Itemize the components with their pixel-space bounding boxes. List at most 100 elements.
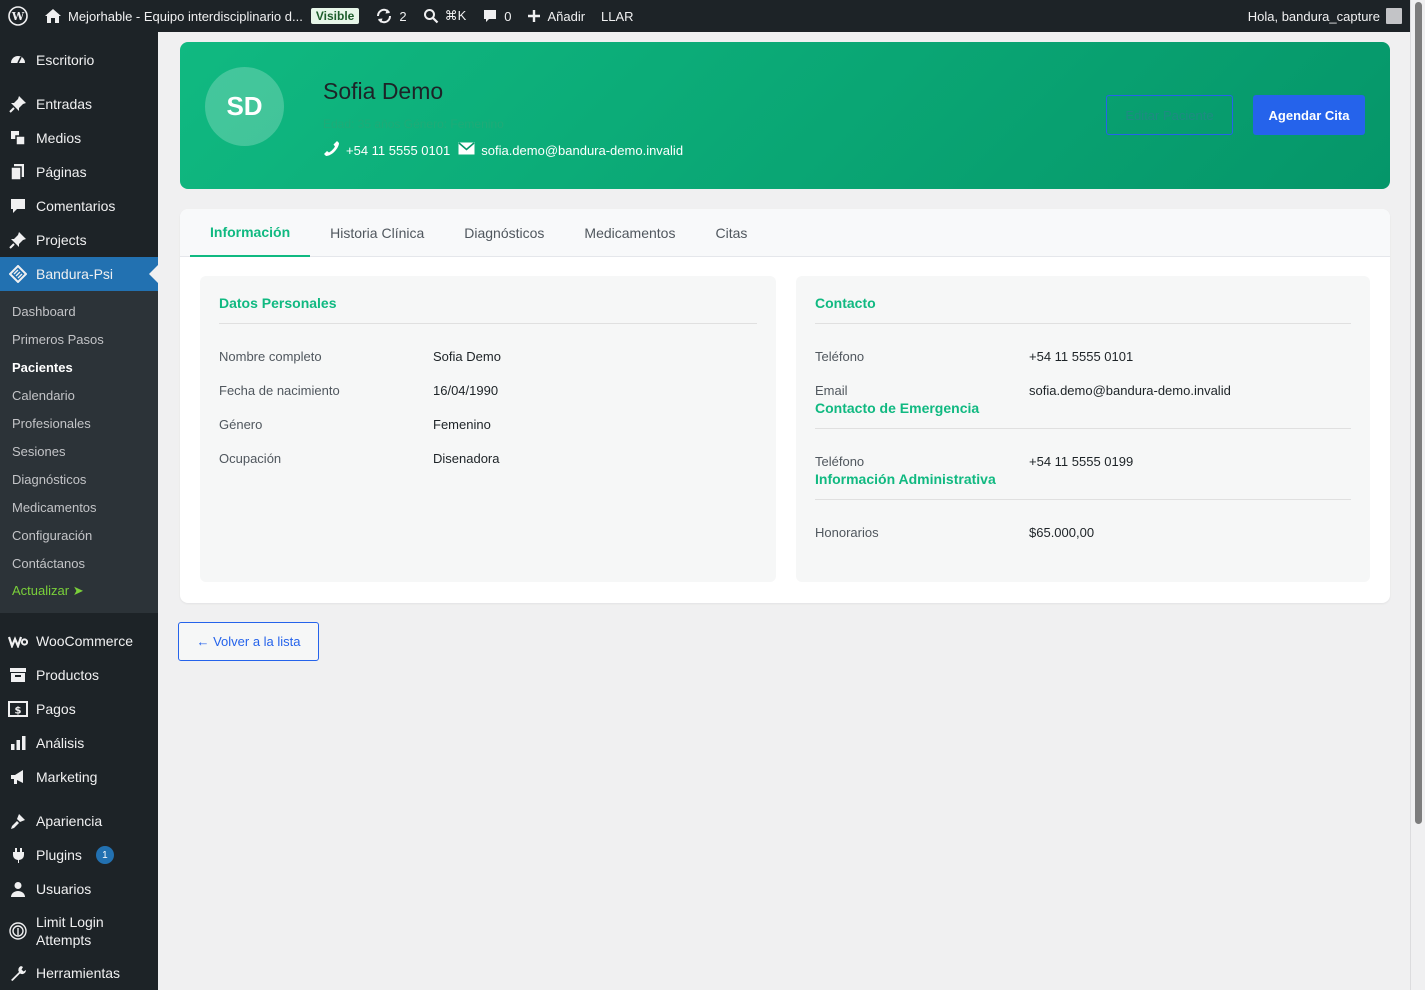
menu-item-herramientas[interactable]: Herramientas: [0, 956, 158, 990]
tab-diagnosticos[interactable]: Diagnósticos: [444, 209, 564, 257]
submenu-item-dashboard[interactable]: Dashboard: [0, 297, 158, 325]
menu-label: Plugins: [36, 847, 82, 863]
brush-icon: [8, 811, 28, 831]
back-to-list-button[interactable]: ← Volver a la lista: [178, 622, 319, 661]
email-icon: [458, 142, 475, 158]
menu-label: Herramientas: [36, 965, 121, 981]
field-value: Femenino: [433, 416, 491, 432]
menu-item-comentarios[interactable]: Comentarios: [0, 189, 158, 223]
edit-patient-button[interactable]: Editar Paciente: [1106, 95, 1233, 135]
pages-icon: [8, 162, 28, 182]
page-scrollbar[interactable]: [1410, 0, 1425, 990]
llar-link[interactable]: LLAR: [593, 0, 642, 32]
submenu-item-contactanos[interactable]: Contáctanos: [0, 549, 158, 577]
schedule-appointment-button[interactable]: Agendar Cita: [1253, 95, 1365, 135]
patient-name: Sofia Demo: [323, 78, 444, 104]
add-new-link[interactable]: Añadir: [519, 0, 593, 32]
admin-bar: W Mejorhable - Equipo interdisciplinario…: [0, 0, 1410, 32]
search-icon: [423, 9, 438, 24]
pin-icon: [8, 94, 28, 114]
add-new-label: Añadir: [547, 8, 586, 24]
menu-label: Bandura-Psi: [36, 266, 114, 282]
field-value: Sofia Demo: [433, 348, 501, 364]
menu-item-apariencia[interactable]: Apariencia: [0, 804, 158, 838]
patient-avatar: SD: [205, 67, 284, 146]
refresh-icon: [377, 8, 392, 24]
menu-label: Productos: [36, 667, 100, 683]
field-value: Disenadora: [433, 450, 500, 466]
menu-label: Usuarios: [36, 881, 92, 897]
comment-icon: [8, 196, 28, 216]
submenu-item-diagnosticos[interactable]: Diagnósticos: [0, 465, 158, 493]
tab-citas[interactable]: Citas: [695, 209, 767, 257]
diamond-icon: [8, 264, 28, 284]
field-value: $65.000,00: [1029, 524, 1095, 540]
submenu-item-actualizar[interactable]: Actualizar ➤: [0, 577, 158, 605]
wrench-icon: [8, 963, 28, 983]
menu-label: Medios: [36, 130, 82, 146]
svg-text:$: $: [15, 706, 22, 717]
patient-phone: +54 11 5555 0101: [346, 142, 451, 158]
user-icon: [8, 879, 28, 899]
menu-item-woocommerce[interactable]: WooCommerce: [0, 624, 158, 658]
menu-item-usuarios[interactable]: Usuarios: [0, 872, 158, 906]
search-link[interactable]: ⌘K: [415, 0, 475, 32]
menu-item-limit-login-attempts[interactable]: Limit Login Attempts: [0, 906, 158, 956]
admin-info-title: Información Administrativa: [815, 470, 1351, 500]
my-account-link[interactable]: Hola, bandura_capture: [1240, 0, 1410, 32]
patient-tabs: Información Historia Clínica Diagnóstico…: [180, 209, 1390, 257]
menu-item-projects[interactable]: Projects: [0, 223, 158, 257]
menu-item-productos[interactable]: Productos: [0, 658, 158, 692]
scrollbar-thumb[interactable]: [1415, 2, 1422, 824]
tab-informacion[interactable]: Información: [190, 209, 311, 257]
site-title: Mejorhable - Equipo interdisciplinario d…: [68, 8, 303, 24]
menu-item-marketing[interactable]: Marketing: [0, 760, 158, 794]
menu-item-entradas[interactable]: Entradas: [0, 87, 158, 121]
menu-label: Análisis: [36, 735, 85, 751]
plugin-icon: [8, 845, 28, 865]
submenu-item-calendario[interactable]: Calendario: [0, 381, 158, 409]
menu-label: Escritorio: [36, 52, 95, 68]
submenu-item-configuracion[interactable]: Configuración: [0, 521, 158, 549]
field-label: Ocupación: [219, 450, 282, 466]
plus-icon: [528, 10, 541, 22]
search-shortcut: ⌘K: [444, 8, 467, 23]
personal-data-title: Datos Personales: [219, 276, 757, 324]
menu-item-escritorio[interactable]: Escritorio: [0, 43, 158, 77]
tab-medicamentos[interactable]: Medicamentos: [564, 209, 695, 257]
menu-item-paginas[interactable]: Páginas: [0, 155, 158, 189]
wordpress-logo-button[interactable]: W: [0, 0, 36, 32]
updates-link[interactable]: 2: [367, 0, 414, 32]
menu-label: Marketing: [36, 769, 98, 785]
submenu-item-sesiones[interactable]: Sesiones: [0, 437, 158, 465]
submenu-item-pacientes[interactable]: Pacientes: [0, 353, 158, 381]
svg-text:W: W: [11, 10, 25, 23]
menu-item-bandura-psi[interactable]: Bandura-Psi: [0, 257, 158, 291]
field-label: Teléfono: [815, 453, 865, 469]
menu-item-pagos[interactable]: $ Pagos: [0, 692, 158, 726]
phone-icon: [323, 140, 340, 160]
submenu-item-profesionales[interactable]: Profesionales: [0, 409, 158, 437]
menu-item-medios[interactable]: Medios: [0, 121, 158, 155]
menu-label: Páginas: [36, 164, 87, 180]
field-value: sofia.demo@bandura-demo.invalid: [1029, 382, 1231, 398]
menu-item-analisis[interactable]: Análisis: [0, 726, 158, 760]
wordpress-icon: W: [8, 6, 28, 26]
patient-details-card: Información Historia Clínica Diagnóstico…: [180, 209, 1390, 603]
field-label: Fecha de nacimiento: [219, 382, 340, 398]
menu-label: Apariencia: [36, 813, 103, 829]
comment-icon: [484, 10, 497, 22]
submenu-item-primeros-pasos[interactable]: Primeros Pasos: [0, 325, 158, 353]
plugins-update-badge: 1: [95, 846, 114, 864]
personal-data-panel: Datos Personales Nombre completo Sofia D…: [200, 276, 776, 582]
site-name-link[interactable]: Mejorhable - Equipo interdisciplinario d…: [36, 0, 367, 32]
info-row: Fecha de nacimiento 16/04/1990: [219, 373, 757, 407]
menu-item-plugins[interactable]: Plugins 1: [0, 838, 158, 872]
emergency-contact-title: Contacto de Emergencia: [815, 399, 1351, 429]
contact-title: Contacto: [815, 276, 1351, 324]
submenu-item-medicamentos[interactable]: Medicamentos: [0, 493, 158, 521]
field-label: Nombre completo: [219, 348, 322, 364]
tab-historia-clinica[interactable]: Historia Clínica: [310, 209, 444, 257]
menu-label: Comentarios: [36, 198, 116, 214]
comments-link[interactable]: 0: [474, 0, 519, 32]
